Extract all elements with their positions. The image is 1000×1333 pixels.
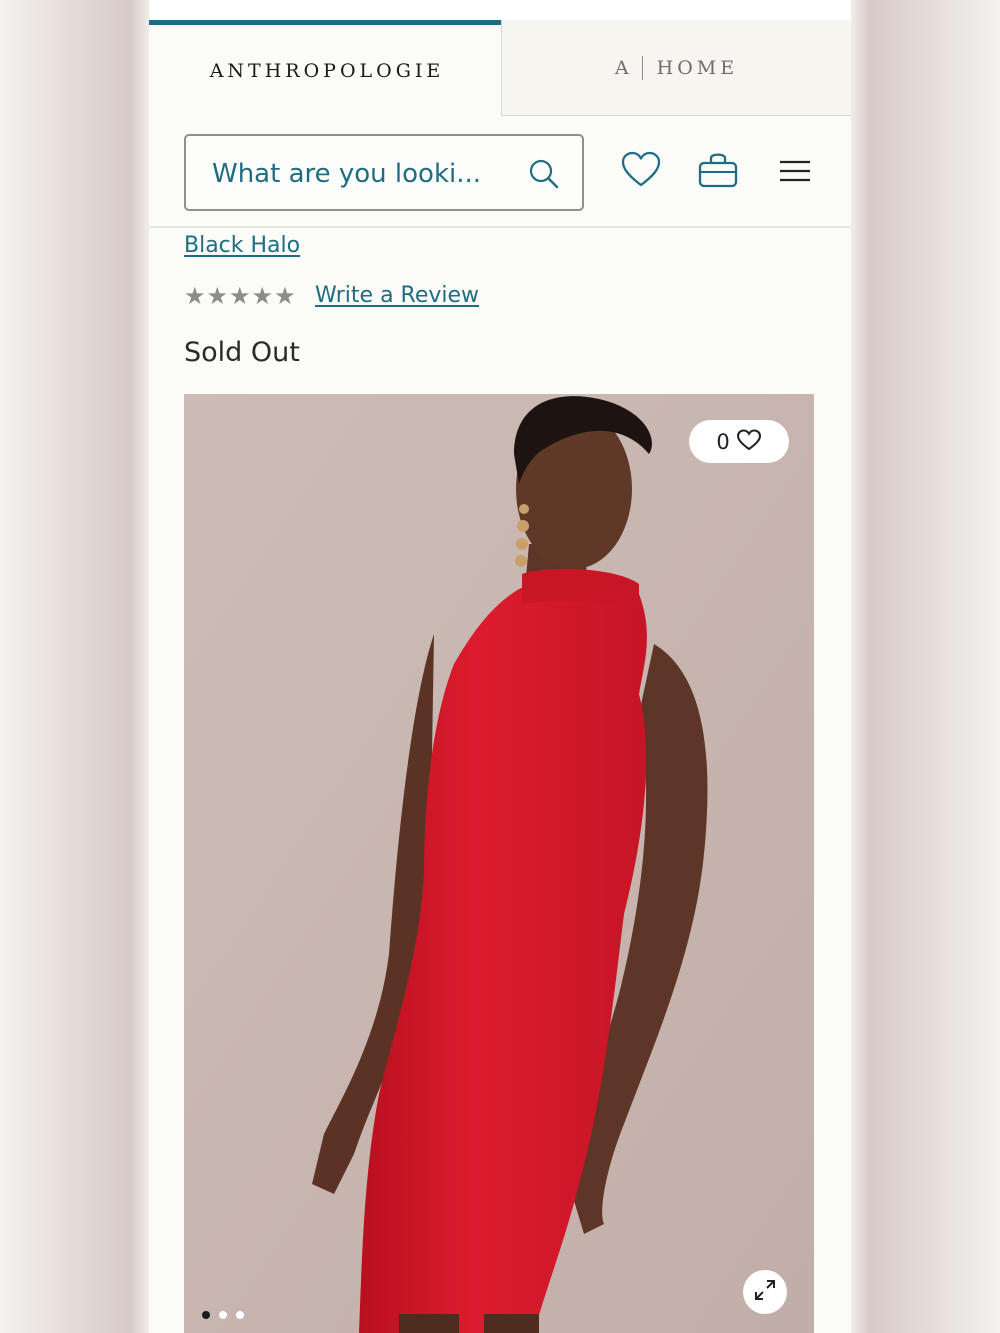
expand-image-button[interactable]: [743, 1270, 787, 1314]
carousel-dot-1[interactable]: [202, 1311, 210, 1319]
expand-icon: [752, 1277, 778, 1307]
status-strip: [149, 0, 851, 20]
carousel-dot-2[interactable]: [219, 1311, 227, 1319]
tab-home-separator: [641, 55, 643, 80]
favorite-count: 0: [716, 429, 730, 454]
product-image[interactable]: 0: [184, 394, 814, 1333]
stock-status: Sold Out: [184, 337, 300, 368]
carousel-dot-3[interactable]: [236, 1311, 244, 1319]
brand-tabs: ANTHROPOLOGIE A HOME: [149, 20, 851, 116]
carousel-dots: [202, 1311, 244, 1319]
menu-icon[interactable]: [773, 150, 817, 194]
tab-a-home[interactable]: A HOME: [501, 20, 851, 116]
tab-home-a-label: A: [614, 56, 632, 79]
heart-icon[interactable]: [619, 148, 663, 192]
phone-screen: ANTHROPOLOGIE A HOME What are you looki.…: [149, 0, 851, 1333]
heart-outline-icon: [736, 428, 762, 456]
favorite-counter-button[interactable]: 0: [689, 420, 789, 463]
tab-home-label: HOME: [656, 56, 739, 79]
search-input[interactable]: [210, 154, 514, 194]
search-icon[interactable]: [526, 156, 562, 192]
shopping-bag-icon[interactable]: [696, 148, 740, 192]
tab-anthropologie[interactable]: ANTHROPOLOGIE: [149, 20, 501, 116]
write-review-link[interactable]: Write a Review: [315, 283, 479, 308]
star-rating-stars: ★★★★★: [184, 282, 297, 310]
header-divider: [149, 226, 851, 228]
search-box: [184, 134, 584, 211]
product-brand-link[interactable]: Black Halo: [184, 233, 300, 258]
tab-anthropologie-label: ANTHROPOLOGIE: [209, 59, 445, 82]
product-photo-illustration: [184, 394, 814, 1333]
star-rating: ★★★★★: [184, 282, 297, 310]
